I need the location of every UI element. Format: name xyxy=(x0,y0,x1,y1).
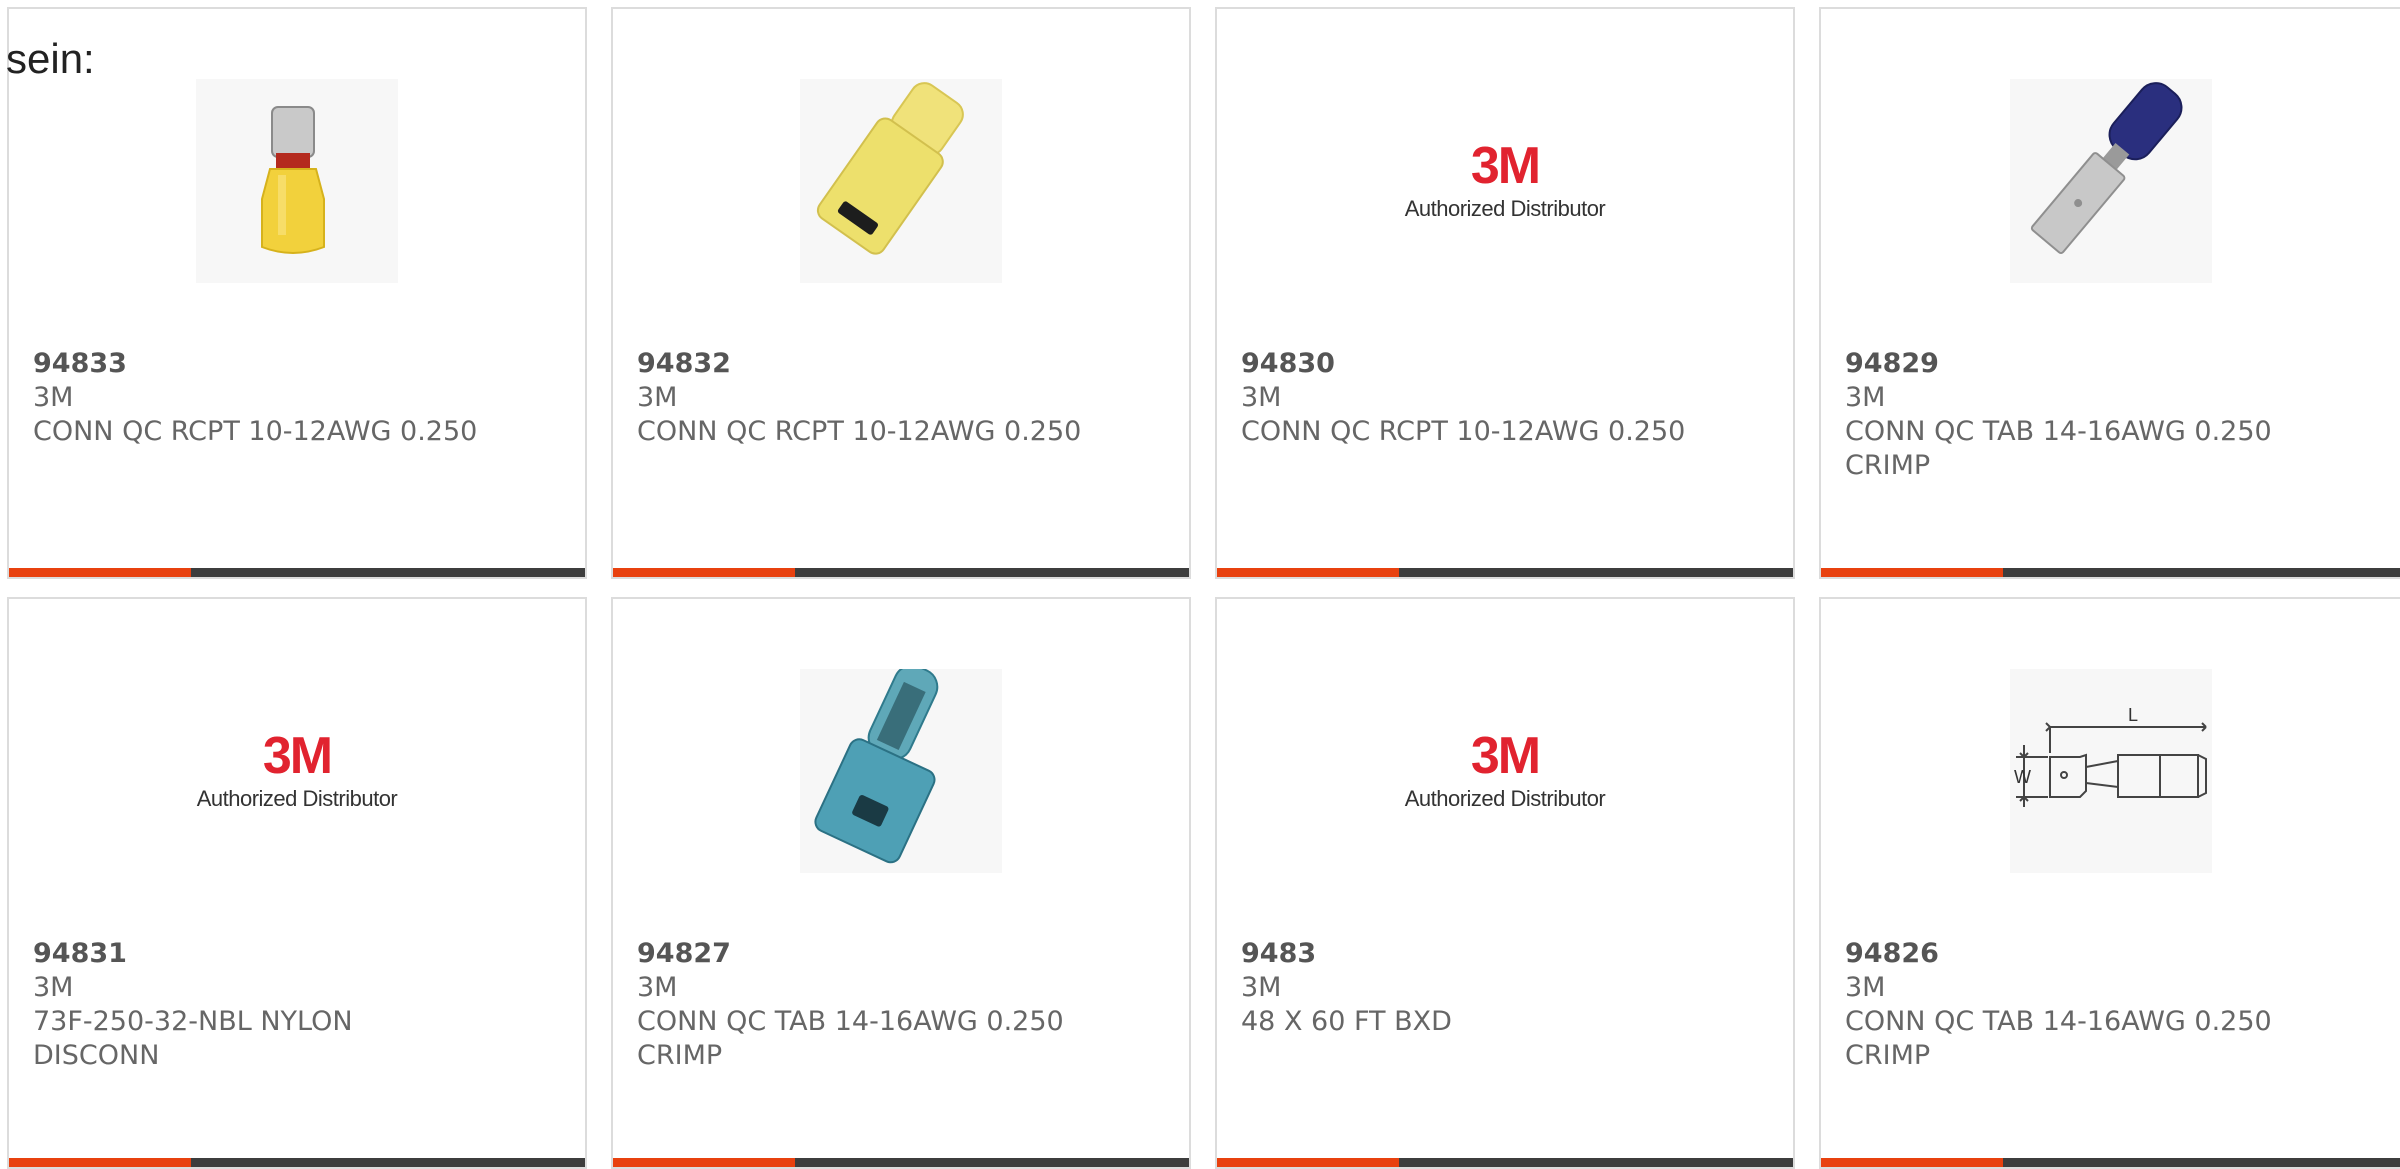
product-card[interactable]: 3M Authorized Distributor 9483 3M 48 X 6… xyxy=(1215,597,1795,1169)
card-accent-bar xyxy=(1217,1158,1793,1167)
product-image[interactable]: L W xyxy=(2010,669,2212,873)
product-card[interactable]: 3M Authorized Distributor 94830 3M CONN … xyxy=(1215,7,1795,579)
product-card[interactable]: 94827 3M CONN QC TAB 14-16AWG 0.250 CRIM… xyxy=(611,597,1191,1169)
3m-logo-mark: 3M xyxy=(1470,727,1541,785)
yellow-nylon-receptacle-image xyxy=(800,79,1002,283)
part-number[interactable]: 9483 xyxy=(1241,937,1773,971)
product-description: 48 X 60 FT BXD xyxy=(1241,1006,1452,1037)
product-image[interactable]: 3M Authorized Distributor xyxy=(1404,669,1606,873)
drawing-label-l: L xyxy=(2128,705,2138,725)
yellow-receptacle-image xyxy=(196,79,398,283)
part-number[interactable]: 94833 xyxy=(33,347,565,381)
card-accent-bar xyxy=(1821,1158,2400,1167)
product-image[interactable] xyxy=(2010,79,2212,283)
product-description: CONN QC TAB 14-16AWG 0.250 CRIMP xyxy=(1845,416,2272,481)
tab-dimension-drawing-image: L W xyxy=(2010,669,2212,873)
card-accent-bar xyxy=(613,568,1189,577)
part-number[interactable]: 94830 xyxy=(1241,347,1773,381)
part-number[interactable]: 94829 xyxy=(1845,347,2381,381)
part-number[interactable]: 94826 xyxy=(1845,937,2381,971)
brand-name: 3M xyxy=(1241,382,1282,413)
product-description: CONN QC TAB 14-16AWG 0.250 CRIMP xyxy=(637,1006,1064,1071)
product-description: 73F-250-32-NBL NYLON DISCONN xyxy=(33,1006,353,1071)
3m-logo-subtitle: Authorized Distributor xyxy=(1404,786,1606,811)
card-accent-bar xyxy=(613,1158,1189,1167)
drawing-label-w: W xyxy=(2014,767,2031,787)
brand-name: 3M xyxy=(33,382,74,413)
product-card[interactable]: 94833 3M CONN QC RCPT 10-12AWG 0.250 xyxy=(7,7,587,579)
blue-tab-image xyxy=(2010,79,2212,283)
product-image[interactable]: 3M Authorized Distributor xyxy=(1404,79,1606,283)
part-number[interactable]: 94831 xyxy=(33,937,565,971)
product-image[interactable]: 3M Authorized Distributor xyxy=(196,669,398,873)
3m-logo: 3M Authorized Distributor xyxy=(1405,140,1606,222)
intro-text: sein: xyxy=(6,35,95,82)
3m-logo: 3M Authorized Distributor xyxy=(1405,730,1606,812)
product-card[interactable]: L W 94826 3M CONN QC TAB 14-16AWG 0.250 … xyxy=(1819,597,2400,1169)
product-card[interactable]: 94832 3M CONN QC RCPT 10-12AWG 0.250 xyxy=(611,7,1191,579)
product-image[interactable] xyxy=(196,79,398,283)
brand-name: 3M xyxy=(33,972,74,1003)
brand-name: 3M xyxy=(637,382,678,413)
part-number[interactable]: 94827 xyxy=(637,937,1169,971)
3m-logo-subtitle: Authorized Distributor xyxy=(196,786,398,811)
product-description: CONN QC RCPT 10-12AWG 0.250 xyxy=(1241,416,1686,447)
card-accent-bar xyxy=(1821,568,2400,577)
product-description: CONN QC RCPT 10-12AWG 0.250 xyxy=(637,416,1082,447)
part-number[interactable]: 94832 xyxy=(637,347,1169,381)
product-image[interactable] xyxy=(800,79,1002,283)
brand-name: 3M xyxy=(1241,972,1282,1003)
product-card[interactable]: 94829 3M CONN QC TAB 14-16AWG 0.250 CRIM… xyxy=(1819,7,2400,579)
brand-name: 3M xyxy=(637,972,678,1003)
product-card[interactable]: 3M Authorized Distributor 94831 3M 73F-2… xyxy=(7,597,587,1169)
brand-name: 3M xyxy=(1845,972,1886,1003)
product-image[interactable] xyxy=(800,669,1002,873)
product-description: CONN QC RCPT 10-12AWG 0.250 xyxy=(33,416,478,447)
card-accent-bar xyxy=(9,1158,585,1167)
3m-logo-mark: 3M xyxy=(262,727,333,785)
3m-logo-mark: 3M xyxy=(1470,137,1541,195)
card-accent-bar xyxy=(1217,568,1793,577)
brand-name: 3M xyxy=(1845,382,1886,413)
card-accent-bar xyxy=(9,568,585,577)
product-grid: 94833 3M CONN QC RCPT 10-12AWG 0.250 948… xyxy=(0,0,2400,1169)
product-description: CONN QC TAB 14-16AWG 0.250 CRIMP xyxy=(1845,1006,2272,1071)
3m-logo-subtitle: Authorized Distributor xyxy=(1404,196,1606,221)
blue-nylon-tab-image xyxy=(800,669,1002,873)
3m-logo: 3M Authorized Distributor xyxy=(197,730,398,812)
